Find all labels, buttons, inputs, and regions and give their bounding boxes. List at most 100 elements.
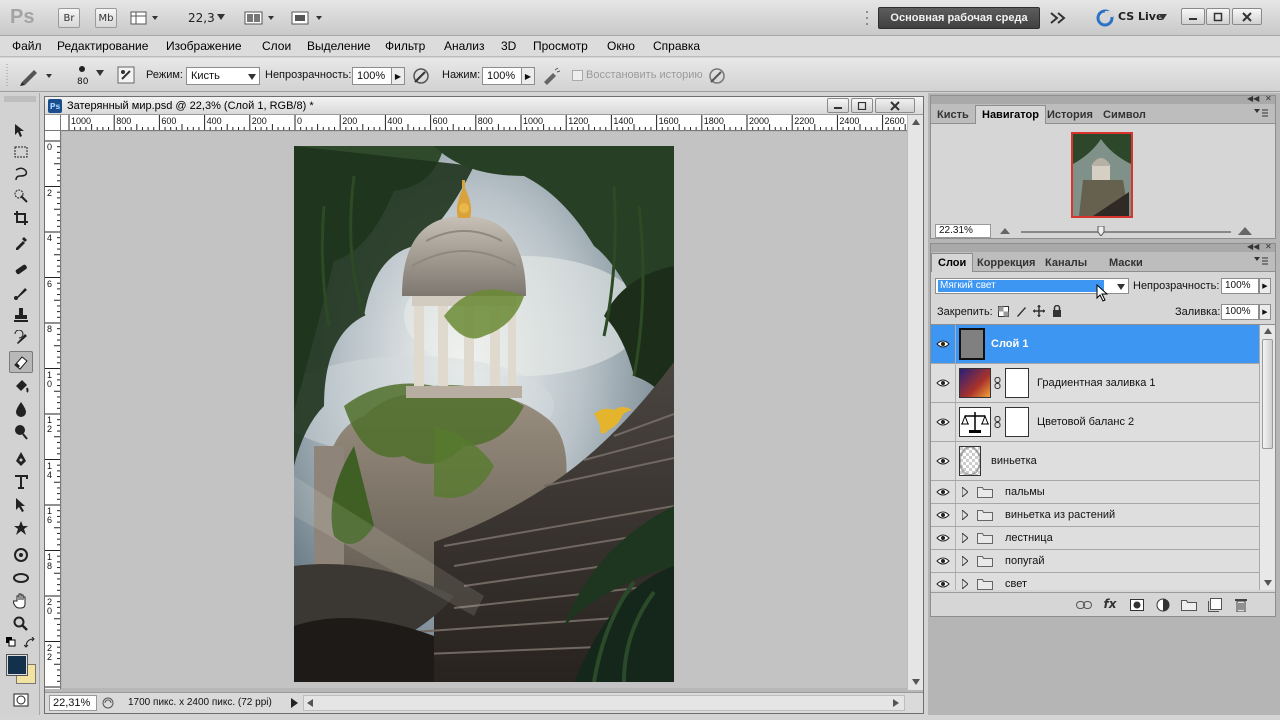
canvas-area[interactable] [62,132,907,688]
layers-scrollbar[interactable] [1259,325,1275,590]
menu-edit[interactable]: Редактирование [57,39,148,53]
menu-filter[interactable]: Фильтр [385,39,425,53]
tab-history[interactable]: История [1041,106,1099,124]
link-chain-icon[interactable] [993,377,1001,389]
new-layer-icon[interactable] [1207,597,1223,613]
path-selection-tool-icon[interactable] [9,494,33,516]
zoom-out-icon[interactable] [999,226,1011,236]
arrange-documents-icon[interactable] [244,9,278,27]
visibility-eye-icon[interactable] [935,415,951,429]
view-extras-icon[interactable] [130,9,160,27]
3d-rotate-tool-icon[interactable] [9,544,33,566]
blur-tool-icon[interactable] [9,398,33,420]
clone-stamp-tool-icon[interactable] [9,304,33,326]
default-colors-icon[interactable] [6,637,16,647]
tab-channels[interactable]: Каналы [1039,254,1093,272]
menu-layers[interactable]: Слои [262,39,291,53]
menu-analysis[interactable]: Анализ [444,39,485,53]
layer-row-layer-1[interactable]: Слой 1 [931,325,1259,364]
layers-scroll-thumb[interactable] [1262,339,1273,449]
visibility-eye-icon[interactable] [935,531,951,545]
foreground-color-swatch[interactable] [6,654,28,676]
layers-scroll-down-icon[interactable] [1263,579,1272,587]
visibility-eye-icon[interactable] [935,454,951,468]
scroll-left-icon[interactable] [306,699,314,707]
brush-picker-arrow-icon[interactable] [96,70,104,76]
layers-scroll-up-icon[interactable] [1263,327,1272,335]
hand-tool-icon[interactable] [9,590,33,612]
menu-select[interactable]: Выделение [307,39,371,53]
menu-view[interactable]: Просмотр [533,39,588,53]
tab-masks[interactable]: Маски [1103,254,1149,272]
visibility-eye-icon[interactable] [935,485,951,499]
document-tab[interactable]: Ps Затерянный мир.psd @ 22,3% (Слой 1, R… [45,97,923,115]
collapse-panel-icon[interactable]: ◀◀ [1247,94,1259,103]
opacity-option-arrow-icon[interactable]: ▶ [391,67,405,85]
quick-mask-icon[interactable] [9,689,33,711]
panel-menu-icon[interactable] [1253,108,1269,120]
history-brush-tool-icon[interactable] [9,327,33,349]
move-tool-icon[interactable] [9,119,33,141]
status-info-icon[interactable] [101,696,115,710]
close-panel-icon[interactable]: ✕ [1265,94,1272,103]
close-document-button[interactable] [875,98,915,113]
expand-group-icon[interactable] [961,556,969,566]
expand-group-icon[interactable] [961,487,969,497]
tab-adjustments[interactable]: Коррекция [971,254,1041,272]
crop-tool-icon[interactable] [9,207,33,229]
new-group-icon[interactable] [1181,597,1197,613]
screen-mode-icon[interactable] [290,9,326,27]
pressure-arrow-icon[interactable]: ▶ [521,67,535,85]
zoom-slider-thumb-icon[interactable] [1097,226,1105,236]
lock-position-icon[interactable] [1033,305,1045,317]
lock-all-icon[interactable] [1051,305,1063,317]
lasso-tool-icon[interactable] [9,163,33,185]
horizontal-scrollbar[interactable] [303,695,905,711]
expand-group-icon[interactable] [961,533,969,543]
lock-transparency-icon[interactable] [997,305,1009,317]
tab-brush[interactable]: Кисть [931,106,975,124]
airbrush-icon[interactable] [540,65,562,87]
cs-live-menu[interactable]: CS Live [1118,10,1163,23]
fill-input[interactable]: 100% [1221,304,1259,320]
menu-image[interactable]: Изображение [166,39,242,53]
workspace-button[interactable]: Основная рабочая среда [878,7,1040,29]
tablet-size-icon[interactable] [706,65,728,87]
more-workspaces-icon[interactable] [1046,9,1070,27]
tab-character[interactable]: Символ [1097,106,1152,124]
zoom-tool-icon[interactable] [9,613,33,635]
close-layers-panel-icon[interactable]: ✕ [1265,242,1272,251]
tab-navigator[interactable]: Навигатор [975,105,1046,124]
delete-layer-icon[interactable] [1233,596,1249,614]
3d-orbit-tool-icon[interactable] [9,567,33,589]
paint-bucket-tool-icon[interactable] [9,375,33,397]
menu-3d[interactable]: 3D [501,39,516,53]
layer-group-palms[interactable]: пальмы [931,481,1259,504]
layer-row-vignette[interactable]: виньетка [931,442,1259,481]
status-menu-arrow-icon[interactable] [289,697,299,709]
tablet-opacity-icon[interactable] [410,65,432,87]
scroll-right-icon[interactable] [892,699,900,707]
lock-pixels-icon[interactable] [1015,305,1027,317]
vertical-ruler[interactable]: 024681 01 21 41 61 82 02 22 4 [45,131,61,689]
layers-panel-menu-icon[interactable] [1253,256,1269,268]
eyedropper-tool-icon[interactable] [9,232,33,254]
new-adjustment-layer-icon[interactable] [1155,597,1171,613]
layer-group-parrot[interactable]: попугай [931,550,1259,573]
zoom-in-icon[interactable] [1237,226,1253,236]
marquee-tool-icon[interactable] [9,141,33,163]
visibility-eye-icon[interactable] [935,376,951,390]
brush-preview-icon[interactable] [74,62,90,76]
collapse-layers-panel-icon[interactable]: ◀◀ [1247,242,1259,251]
expand-group-icon[interactable] [961,510,969,520]
brush-tool-icon[interactable] [9,281,33,303]
opacity-option-input[interactable]: 100% [352,67,392,85]
layer-group-stairs[interactable]: лестница [931,527,1259,550]
navigator-panel-header[interactable]: ◀◀ ✕ [931,94,1275,104]
tab-layers[interactable]: Слои [931,253,974,272]
dodge-tool-icon[interactable] [9,421,33,443]
navigator-zoom-slider[interactable] [1021,231,1231,233]
zoom-dropdown-icon[interactable] [216,12,226,22]
add-mask-icon[interactable] [1129,597,1145,613]
cs-live-dropdown-icon[interactable] [1158,13,1168,21]
